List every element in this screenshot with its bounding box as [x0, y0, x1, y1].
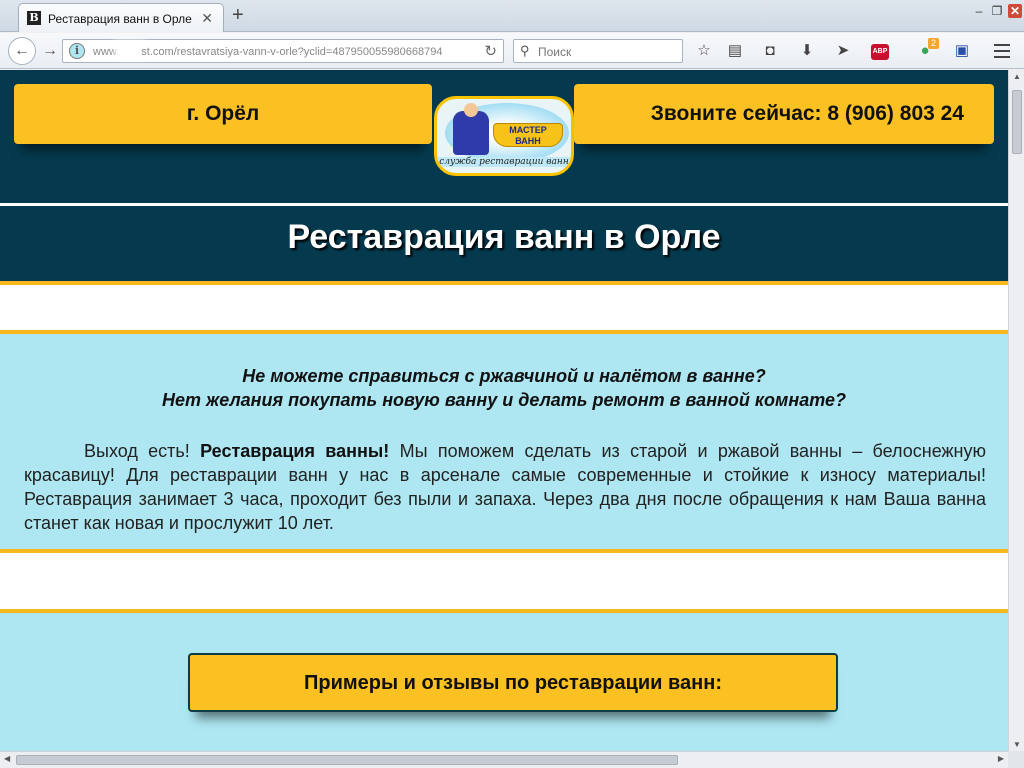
logo[interactable]: МАСТЕР ВАНН служба реставрации ванн — [434, 96, 574, 176]
addon-icon[interactable]: ▣ — [952, 41, 972, 61]
city-button[interactable]: г. Орёл — [14, 84, 432, 144]
tab-title: Реставрация ванн в Орле — [48, 12, 192, 26]
send-icon[interactable]: ➤ — [833, 41, 853, 61]
address-bar[interactable]: i www. st.com/restavratsiya-vann-v-orle?y… — [62, 39, 504, 63]
plumber-icon — [453, 103, 489, 155]
vertical-scrollbar[interactable]: ▲ ▼ — [1008, 70, 1024, 751]
question-1: Не можете справиться с ржавчиной и налёт… — [242, 366, 766, 386]
site-header: г. Орёл МАСТЕР ВАНН служба реставрации в… — [0, 70, 1008, 203]
bookmark-star-icon[interactable]: ☆ — [694, 41, 714, 61]
restore-icon[interactable]: ❐ — [990, 4, 1004, 18]
para-bold: Реставрация ванны! — [200, 441, 390, 461]
horizontal-scrollbar[interactable]: ◀ ▶ — [0, 751, 1008, 768]
url-text: www. st.com/restavratsiya-vann-v-orle?ycl… — [93, 45, 443, 58]
scroll-down-icon[interactable]: ▼ — [1009, 740, 1024, 749]
pocket-icon[interactable]: ◘ — [760, 41, 780, 61]
adblock-icon[interactable]: ABP — [871, 44, 889, 60]
minimize-icon[interactable]: ‒ — [972, 4, 986, 18]
close-window-icon[interactable]: ✕ — [1008, 4, 1022, 18]
bathtub-icon: МАСТЕР ВАНН — [493, 123, 563, 147]
vertical-scroll-thumb[interactable] — [1012, 90, 1022, 154]
menu-icon[interactable] — [994, 44, 1010, 58]
search-icon: ⚲ — [520, 43, 530, 58]
close-tab-icon[interactable]: ✕ — [201, 10, 213, 27]
new-tab-icon[interactable]: + — [232, 4, 244, 26]
logo-line2: ВАНН — [515, 136, 541, 146]
examples-button[interactable]: Примеры и отзывы по реставрации ванн: — [188, 653, 838, 712]
favicon-icon: B — [27, 11, 41, 25]
download-icon[interactable]: ⬇ — [797, 41, 817, 61]
reading-list-icon[interactable]: ▤ — [725, 41, 745, 61]
divider-top — [0, 281, 1008, 285]
extension-badge: 2 — [928, 38, 940, 49]
page-viewport: г. Орёл МАСТЕР ВАНН служба реставрации в… — [0, 70, 1008, 751]
logo-line1: МАСТЕР — [509, 125, 547, 135]
logo-subtitle: служба реставрации ванн — [437, 157, 571, 167]
title-band: Реставрация ванн в Орле — [0, 203, 1008, 281]
site-info-icon[interactable]: i — [69, 43, 85, 59]
back-icon[interactable]: ← — [8, 37, 36, 65]
question-2: Нет желания покупать новую ванну и делат… — [161, 390, 847, 410]
intro-section: Не можете справиться с ржавчиной и налёт… — [0, 334, 1008, 553]
page-title: Реставрация ванн в Орле — [287, 218, 721, 256]
scroll-left-icon[interactable]: ◀ — [4, 754, 10, 763]
scroll-up-icon[interactable]: ▲ — [1009, 72, 1024, 81]
para-start: Выход есть! — [84, 441, 201, 461]
scroll-corner — [1008, 751, 1024, 768]
forward-icon[interactable]: → — [38, 40, 62, 62]
tab-bar: B Реставрация ванн в Орле ✕ + ‒ ❐ ✕ — [0, 0, 1024, 32]
reload-icon[interactable]: ↻ — [484, 42, 497, 60]
intro-paragraph: Выход есть! Реставрация ванны! Мы поможе… — [24, 439, 986, 535]
search-placeholder: Поиск — [538, 45, 572, 59]
examples-section: Примеры и отзывы по реставрации ванн: — [0, 613, 1008, 751]
phone-button[interactable]: Звоните сейчас: 8 (906) 803 24 — [574, 84, 994, 144]
navigation-bar: ← → i www. st.com/restavratsiya-vann-v-or… — [0, 33, 1024, 69]
browser-tab[interactable]: B Реставрация ванн в Орле ✕ — [18, 3, 224, 32]
search-box[interactable]: ⚲ Поиск — [513, 39, 683, 63]
scroll-right-icon[interactable]: ▶ — [998, 754, 1004, 763]
horizontal-scroll-thumb[interactable] — [16, 755, 678, 765]
